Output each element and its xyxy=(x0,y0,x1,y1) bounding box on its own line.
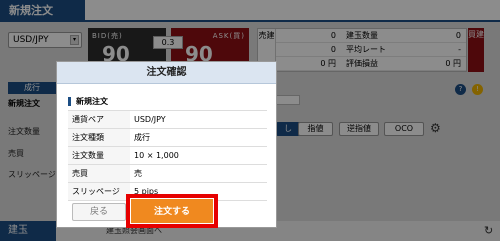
dialog-section-title: 新規注文 xyxy=(68,97,108,106)
row-value: 10 × 1,000 xyxy=(130,146,267,165)
row-label: 売買 xyxy=(68,164,130,183)
row-value: 成行 xyxy=(130,128,267,147)
back-button[interactable]: 戻る xyxy=(72,203,126,221)
row-label: 注文種類 xyxy=(68,128,130,147)
order-confirm-dialog: 注文確認 新規注文 通貨ペア USD/JPY 注文種類 成行 注文数量 10 ×… xyxy=(56,61,277,228)
table-row: 注文種類 成行 xyxy=(68,128,267,147)
row-label: 通貨ペア xyxy=(68,110,130,129)
row-label: スリッページ xyxy=(68,182,130,201)
row-label: 注文数量 xyxy=(68,146,130,165)
row-value: 売 xyxy=(130,164,267,183)
table-row: 売買 売 xyxy=(68,164,267,183)
confirm-order-button[interactable]: 注文する xyxy=(130,198,214,224)
order-summary-table: 通貨ペア USD/JPY 注文種類 成行 注文数量 10 × 1,000 売買 … xyxy=(68,110,267,201)
table-row: 通貨ペア USD/JPY xyxy=(68,110,267,129)
row-value: USD/JPY xyxy=(130,110,267,129)
dialog-title: 注文確認 xyxy=(57,62,276,84)
table-row: 注文数量 10 × 1,000 xyxy=(68,146,267,165)
confirm-button-highlight: 注文する xyxy=(126,194,218,228)
